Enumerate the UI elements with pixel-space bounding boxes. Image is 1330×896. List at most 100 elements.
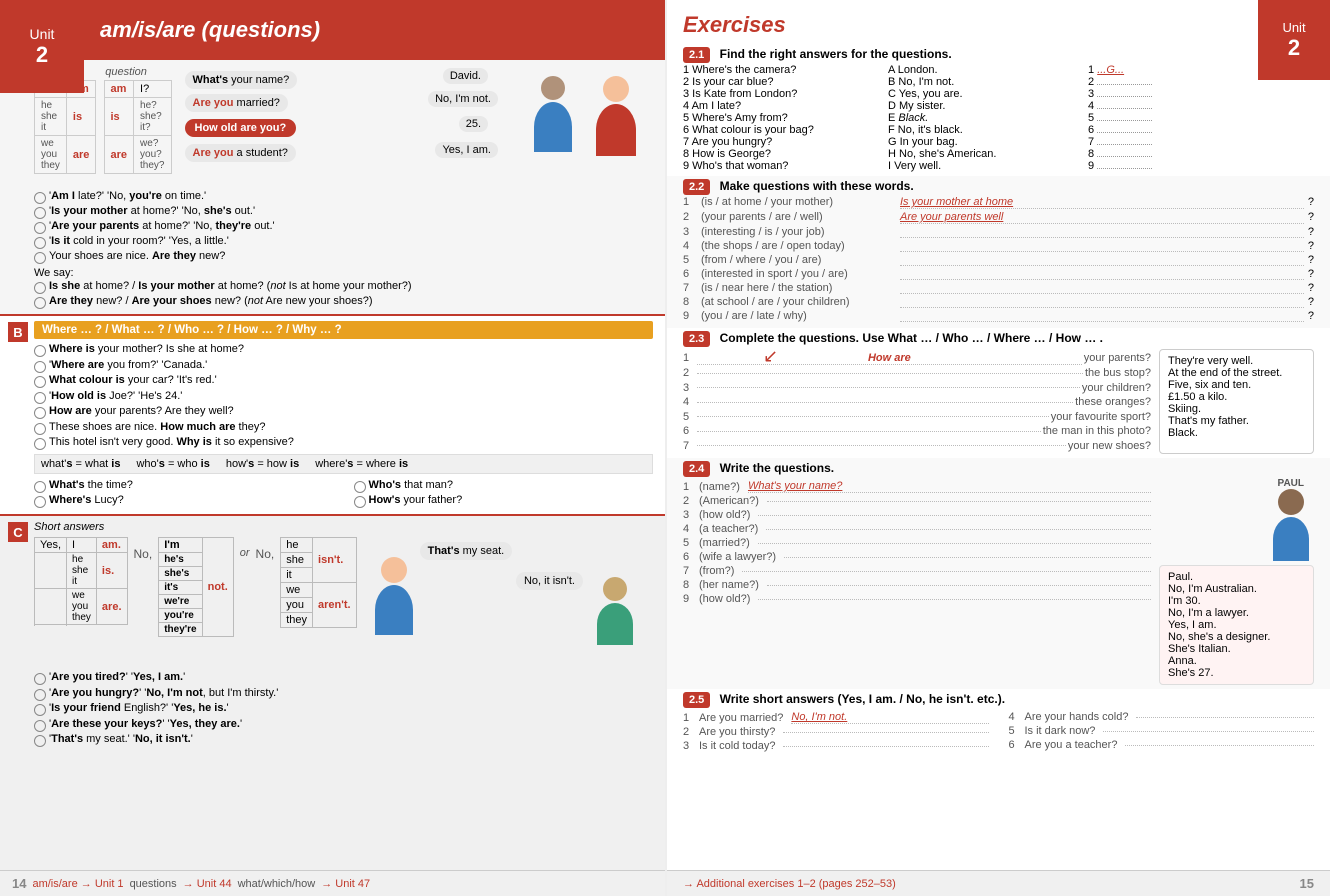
ex24-row-8: 8 (her name?) [683, 579, 1151, 591]
paul-resp-9: She's 27. [1168, 667, 1305, 679]
unit-badge-right: Unit 2 [1258, 0, 1330, 80]
page-title: am/is/are (questions) [100, 17, 320, 43]
ex24-title: Write the questions. [720, 461, 834, 475]
paul-label: PAUL [1159, 478, 1304, 489]
list-item: A London. [888, 64, 1078, 76]
rule-a3: 'Are your parents at home?' 'No, they're… [34, 220, 653, 234]
resp-5: Skiing. [1168, 403, 1305, 415]
list-item: 1 Where's the camera? [683, 64, 878, 76]
bubble-thats-my-seat: That's my seat. [420, 542, 513, 560]
list-item: 9 Who's that woman? [683, 160, 878, 172]
list-item: 7 [1088, 136, 1168, 148]
we-say: We say: [34, 267, 653, 279]
list-item: 3 Is Kate from London? [683, 88, 878, 100]
list-item: 3 [1088, 88, 1168, 100]
unit-word-left: Unit [30, 26, 55, 42]
ex24-row-7: 7 (from?) [683, 565, 1151, 577]
resp-3: Five, six and ten. [1168, 379, 1305, 391]
list-item: C Yes, you are. [888, 88, 1078, 100]
exercises-title: Exercises [683, 12, 786, 37]
ex24-row-2: 2 (American?) [683, 495, 1151, 507]
right-page: Unit 2 Exercises 2.1 Find the right answ… [665, 0, 1330, 896]
ex25-num: 2.5 [683, 692, 710, 708]
resp-2: At the end of the street. [1168, 367, 1305, 379]
section-c-label: C [8, 522, 28, 542]
ex25-title: Write short answers ( [720, 692, 842, 706]
ex22-row-9: 9 (you / are / late / why) ? [683, 310, 1314, 322]
bubble-david: David. [443, 68, 488, 84]
ex25-row-6: 6 Are you a teacher? [1009, 739, 1315, 751]
resp-1: They're very well. [1168, 355, 1305, 367]
bubble-married: Are you married? [185, 94, 288, 112]
right-footer: → Additional exercises 1–2 (pages 252–53… [667, 870, 1330, 896]
page-num-left: 14 [12, 876, 26, 891]
rule-a5: Your shoes are nice. Are they new? [34, 250, 653, 264]
ex21-title: Find the right answers for the questions… [720, 47, 952, 61]
ex25-row-5: 5 Is it dark now? [1009, 725, 1315, 737]
ex22-row-6: 6 (interested in sport / you / are) ? [683, 268, 1314, 280]
paul-resp-3: I'm 30. [1168, 595, 1305, 607]
ex22-row-3: 3 (interesting / is / your job) ? [683, 226, 1314, 238]
ex23-row-3: 3 your children? [683, 382, 1151, 394]
bubble-whats: What's your name? [185, 71, 298, 89]
paul-figure: PAUL [1159, 478, 1314, 561]
list-item: 4 [1088, 100, 1168, 112]
ex22-title: Make questions with these words. [720, 179, 914, 193]
ex23-num: 2.3 [683, 331, 710, 347]
footer-link-1[interactable]: am/is/are → Unit 1 [32, 878, 123, 890]
ex24-row-1: 1 (name?) What's your name? [683, 480, 1151, 493]
section-b-label: B [8, 322, 28, 342]
list-item: B No, I'm not. [888, 76, 1078, 88]
we-say-1: Is she at home? / Is your mother at home… [34, 280, 653, 294]
bubble-howold: How old are you? [185, 119, 297, 137]
unit-badge-left: Unit 2 [0, 0, 84, 93]
unit-num-right: 2 [1288, 35, 1300, 61]
list-item: F No, it's black. [888, 124, 1078, 136]
footer-link-3[interactable]: → Unit 47 [321, 878, 370, 890]
list-item: 1 ...G... [1088, 64, 1168, 76]
ex25-row-2: 2 Are you thirsty? [683, 726, 989, 738]
unit-word-right: Unit [1282, 20, 1305, 35]
paul-resp-2: No, I'm Australian. [1168, 583, 1305, 595]
section-b-header: Where … ? / What … ? / Who … ? / How … ?… [34, 321, 653, 339]
exercises-header: Exercises [667, 0, 1330, 44]
bubble-yes: Yes, I am. [435, 142, 498, 158]
paul-resp-6: No, she's a designer. [1168, 631, 1305, 643]
ex22-row-4: 4 (the shops / are / open today) ? [683, 240, 1314, 252]
footer-link-2[interactable]: → Unit 44 [183, 878, 232, 890]
hows-contraction: how's = how is [226, 458, 299, 470]
rule-a1: 'Am I late?' 'No, you're on time.' [34, 190, 653, 204]
ex24-row-3: 3 (how old?) [683, 509, 1151, 521]
ex25-row-3: 3 Is it cold today? [683, 740, 989, 752]
left-header: am/is/are (questions) [0, 0, 665, 60]
resp-7: Black. [1168, 427, 1305, 439]
footer-additional[interactable]: → Additional exercises 1–2 (pages 252–53… [683, 878, 896, 890]
list-item: H No, she's American. [888, 148, 1078, 160]
exercise-22: 2.2 Make questions with these words. 1 (… [667, 176, 1330, 328]
list-item: 4 Am I late? [683, 100, 878, 112]
exercise-25: 2.5 Write short answers (Yes, I am. / No… [667, 689, 1330, 809]
rule-a2: 'Is your mother at home?' 'No, she's out… [34, 205, 653, 219]
list-item: D My sister. [888, 100, 1078, 112]
left-page: Unit 2 am/is/are (questions) A positive … [0, 0, 665, 896]
list-item: I Very well. [888, 160, 1078, 172]
title-plain: (questions) [195, 17, 320, 42]
ex24-num: 2.4 [683, 461, 710, 477]
ex23-row-6: 6 the man in this photo? [683, 425, 1151, 437]
paul-responses: Paul. No, I'm Australian. I'm 30. No, I'… [1159, 565, 1314, 685]
short-answers-label: Short answers [34, 521, 653, 533]
bubble-no-it-isnt: No, it isn't. [516, 572, 583, 590]
ex22-row-2: 2 (your parents / are / well) Are your p… [683, 211, 1314, 224]
page-num-right: 15 [1300, 876, 1314, 891]
ex25-row-4: 4 Are your hands cold? [1009, 711, 1315, 723]
bubble-no: No, I'm not. [428, 91, 498, 107]
ex23-row-2: 2 the bus stop? [683, 367, 1151, 379]
figure-sitting [597, 577, 633, 645]
list-item: 8 How is George? [683, 148, 878, 160]
paul-resp-5: Yes, I am. [1168, 619, 1305, 631]
rule-a4: 'Is it cold in your room?' 'Yes, a littl… [34, 235, 653, 249]
contraction-examples: What's the time? Where's Lucy? Who's tha… [34, 478, 653, 509]
black-answer: Black. [898, 112, 928, 124]
exercise-24: 2.4 Write the questions. 1 (name?) What'… [667, 458, 1330, 689]
list-item: 8 [1088, 148, 1168, 160]
